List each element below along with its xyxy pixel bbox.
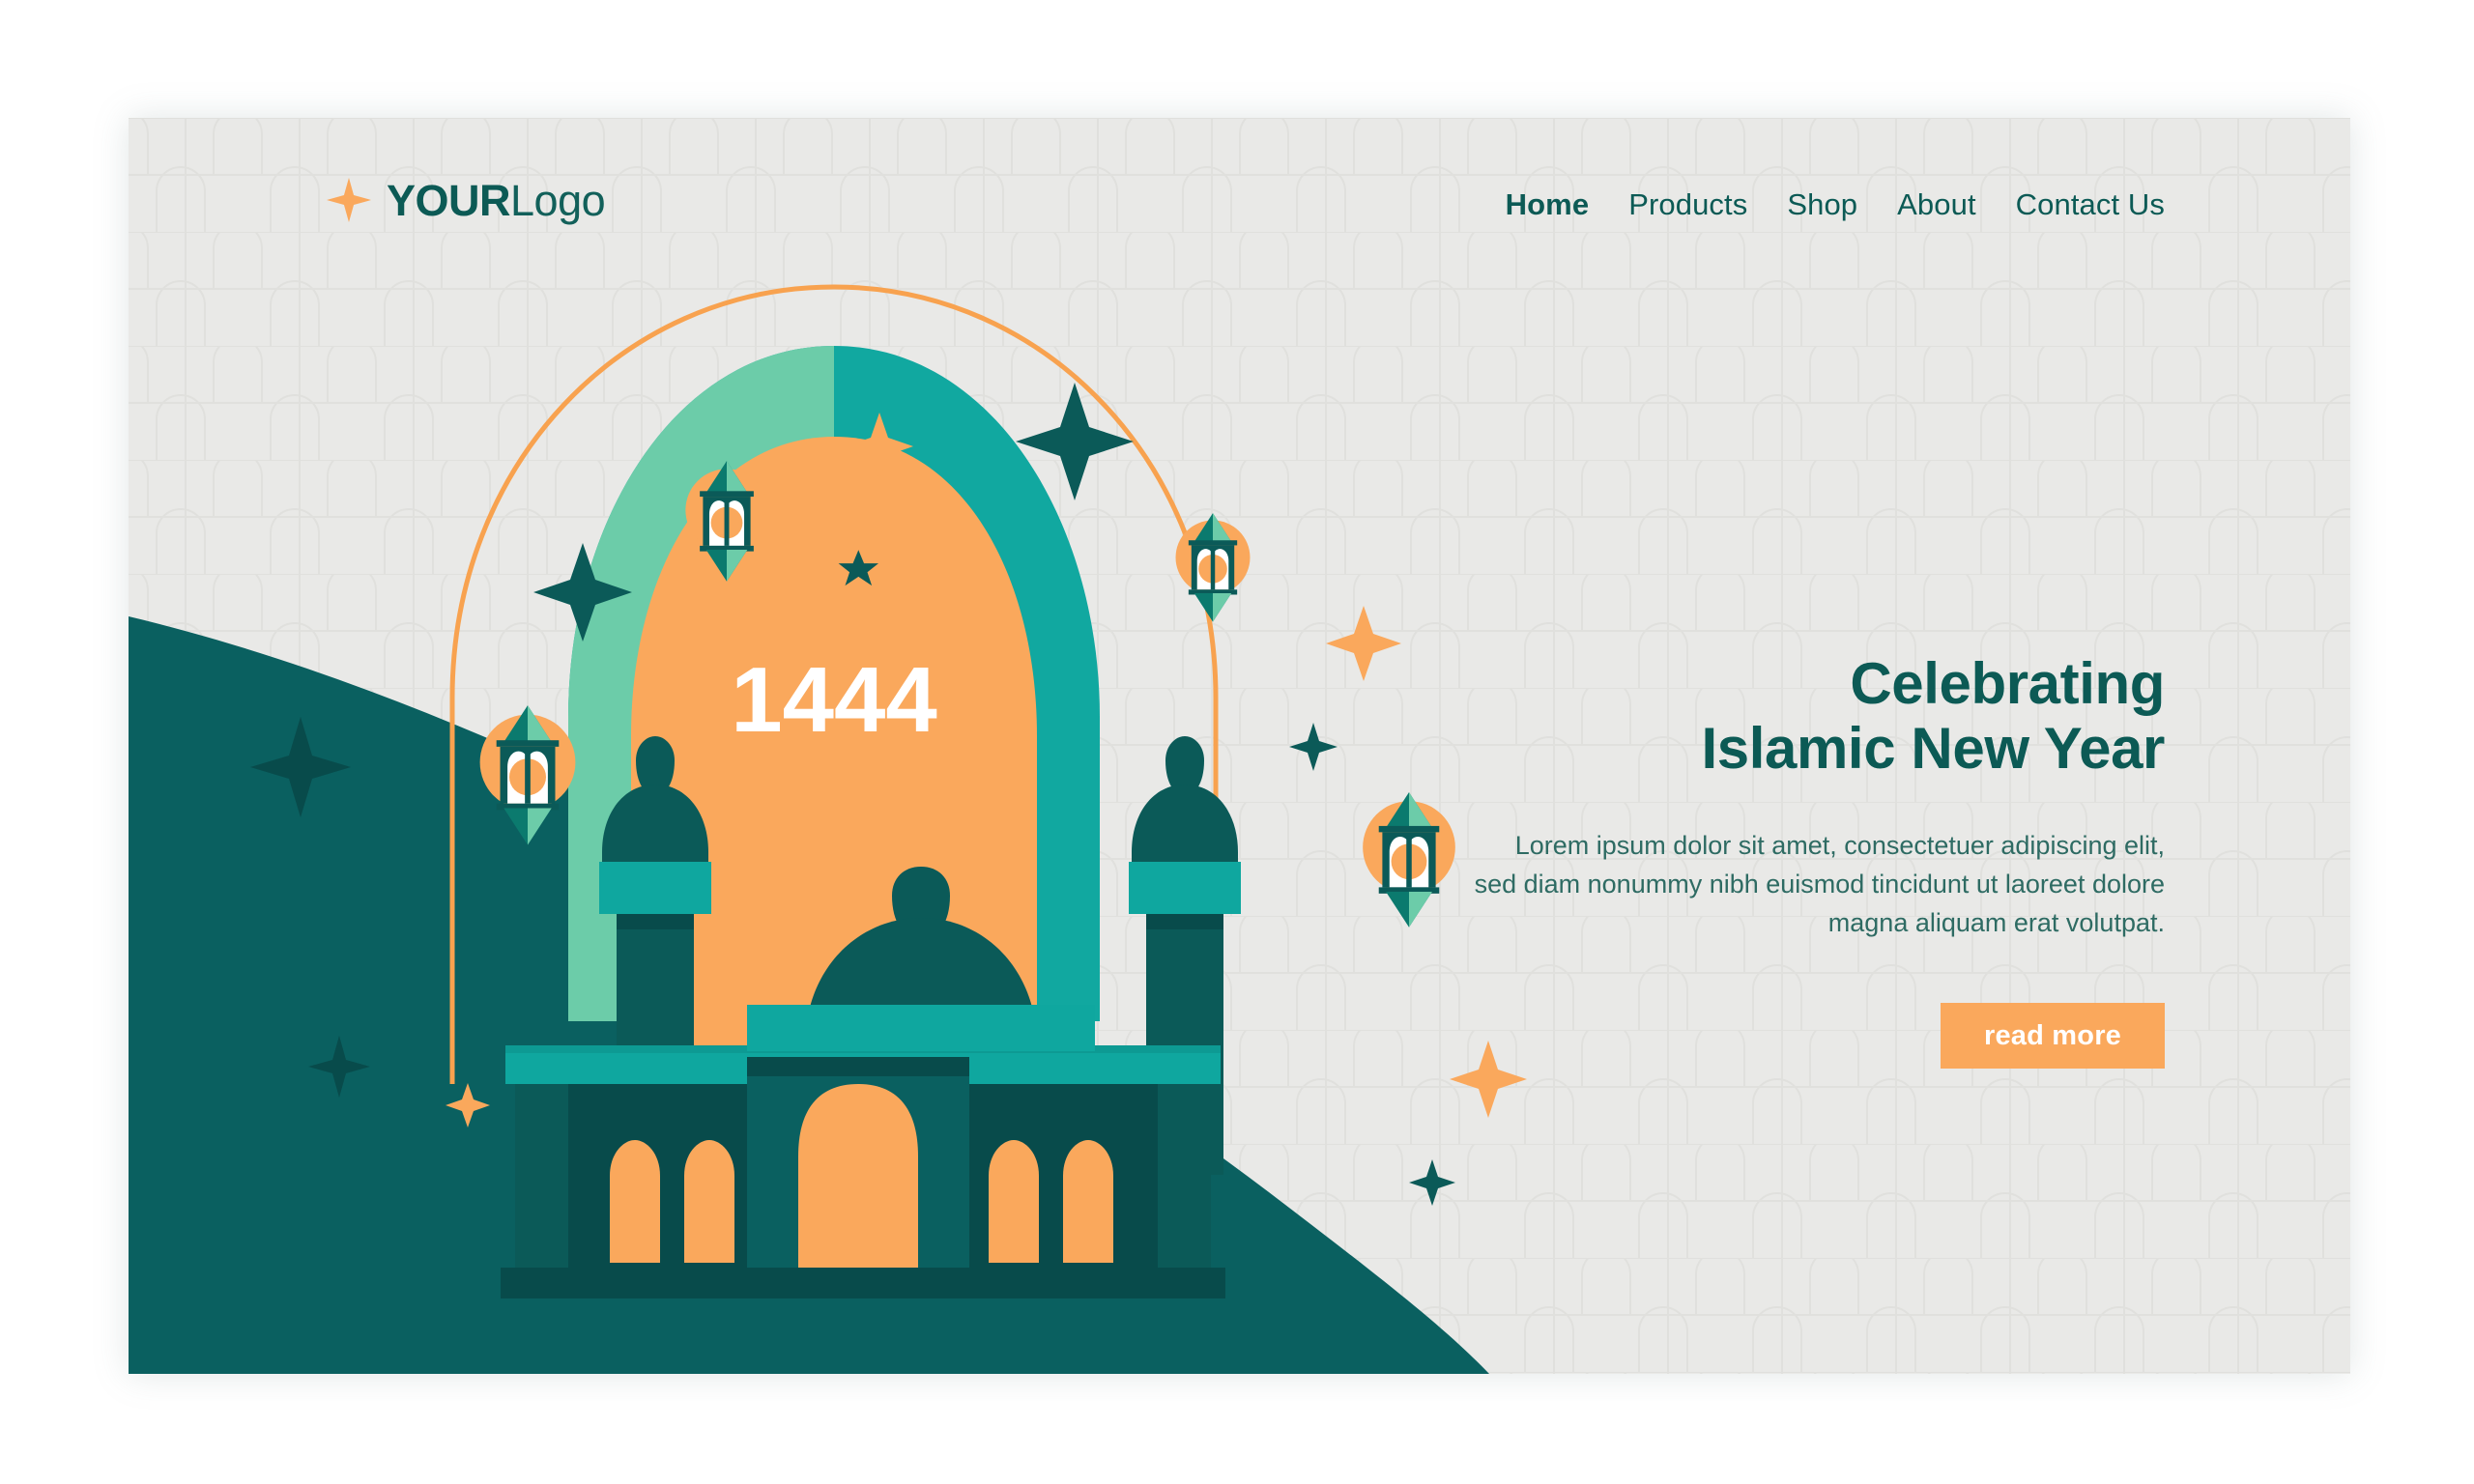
four-point-star-icon: [327, 178, 371, 222]
nav-item-contact-us[interactable]: Contact Us: [2016, 187, 2165, 222]
logo-light-text: Logo: [510, 175, 606, 225]
nav-item-shop[interactable]: Shop: [1787, 187, 1857, 222]
hero-content: Celebrating Islamic New Year Lorem ipsum…: [1469, 651, 2166, 1070]
nav-item-home[interactable]: Home: [1506, 187, 1590, 222]
nav-item-about[interactable]: About: [1897, 187, 1976, 222]
hero-heading-line2: Islamic New Year: [1701, 716, 2166, 782]
lantern-icon: [479, 705, 576, 845]
site-header: YOURLogo Home Products Shop About Contac…: [129, 118, 2350, 311]
lantern-icon: [1363, 791, 1455, 928]
lantern-icon: [1175, 513, 1251, 622]
hero-heading-line1: Celebrating: [1850, 651, 2165, 716]
logo-bold-text: YOUR: [387, 175, 511, 225]
year-label: 1444: [731, 648, 937, 752]
hero-body-text: Lorem ipsum dolor sit amet, consectetuer…: [1474, 831, 2165, 938]
brand-logo[interactable]: YOURLogo: [327, 175, 606, 225]
sparkle-star-icon: [1289, 723, 1455, 1206]
main-navigation: Home Products Shop About Contact Us: [1506, 187, 2165, 222]
cta-wrapper: read more: [1469, 1003, 2165, 1070]
page-root: 1444 YOURLogo Home Products Shop About C…: [0, 0, 2474, 1484]
read-more-button[interactable]: read more: [1941, 1003, 2165, 1070]
hero-heading: Celebrating Islamic New Year: [1469, 651, 2166, 782]
nav-item-products[interactable]: Products: [1628, 187, 1747, 222]
landing-page-card: 1444 YOURLogo Home Products Shop About C…: [129, 118, 2350, 1374]
mosque-base: [501, 1268, 1225, 1298]
